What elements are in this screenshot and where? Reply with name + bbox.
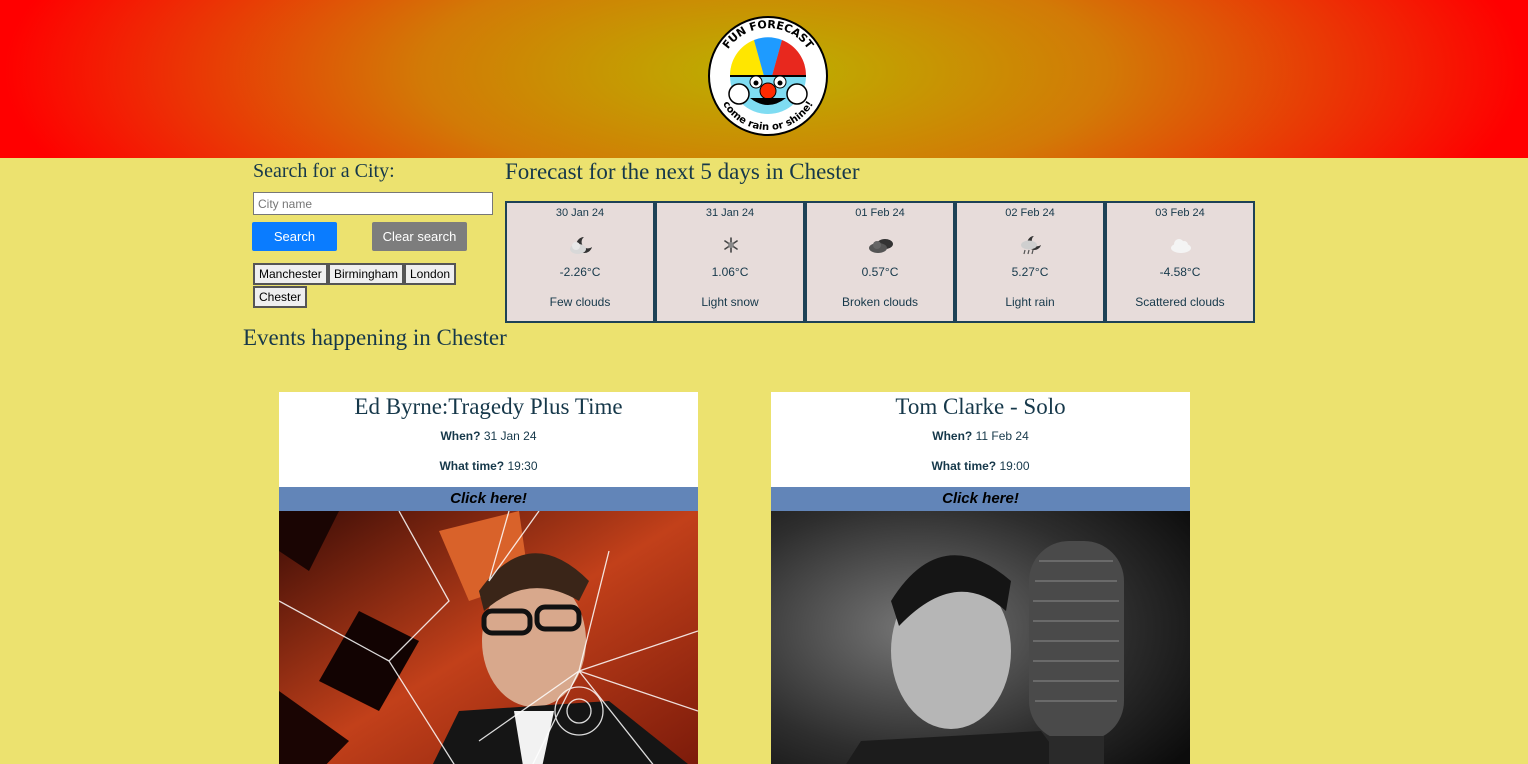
when-label: When?	[932, 429, 973, 443]
forecast-temp: -4.58°C	[1159, 265, 1201, 279]
when-value: 31 Jan 24	[483, 429, 537, 443]
scattered-clouds-icon	[1171, 239, 1191, 253]
events-heading: Events happening in Chester	[243, 325, 507, 350]
forecast-desc: Broken clouds	[841, 295, 919, 309]
forecast-day-card: 01 Feb 24 0.57°C Broken clouds	[805, 201, 955, 323]
when-value: 11 Feb 24	[975, 429, 1029, 443]
history-button-london[interactable]: London	[404, 263, 457, 285]
event-time: What time? 19:30	[279, 459, 698, 473]
forecast-desc: Few clouds	[549, 295, 611, 309]
event-photo[interactable]	[771, 511, 1190, 764]
event-card: Ed Byrne:Tragedy Plus Time When? 31 Jan …	[279, 392, 698, 764]
forecast-temp: 5.27°C	[1011, 265, 1049, 279]
event-title: Ed Byrne:Tragedy Plus Time	[354, 394, 623, 419]
event-time: What time? 19:00	[771, 459, 1190, 473]
rain-icon	[1021, 236, 1041, 255]
history-button-chester[interactable]: Chester	[253, 286, 308, 308]
history-button-manchester[interactable]: Manchester	[253, 263, 328, 285]
time-label: What time?	[439, 459, 505, 473]
few-clouds-night-icon	[570, 237, 592, 254]
clear-search-button[interactable]: Clear search	[372, 222, 467, 251]
time-value: 19:30	[507, 459, 538, 473]
broken-clouds-icon	[869, 239, 893, 253]
forecast-desc: Light snow	[701, 295, 759, 309]
event-card: Tom Clarke - Solo When? 11 Feb 24 What t…	[771, 392, 1190, 764]
forecast-day-card: 03 Feb 24 -4.58°C Scattered clouds	[1105, 201, 1255, 323]
event-when: When? 31 Jan 24	[279, 429, 698, 443]
forecast-date: 02 Feb 24	[1005, 207, 1055, 219]
forecast-heading: Forecast for the next 5 days in Chester	[505, 159, 860, 184]
event-when: When? 11 Feb 24	[771, 429, 1190, 443]
event-link[interactable]: Click here!	[771, 487, 1190, 511]
forecast-day-card: 02 Feb 24 5.27°C Light rain	[955, 201, 1105, 323]
forecast-date: 01 Feb 24	[855, 207, 905, 219]
when-label: When?	[440, 429, 481, 443]
forecast-temp: 1.06°C	[711, 265, 749, 279]
snowflake-icon	[724, 237, 738, 253]
forecast-temp: -2.26°C	[559, 265, 601, 279]
forecast-date: 03 Feb 24	[1155, 207, 1205, 219]
forecast-days: 30 Jan 24 -2.26°C Few clouds 31 Jan 24 1…	[505, 201, 1255, 323]
forecast-date: 30 Jan 24	[555, 207, 605, 219]
fun-forecast-logo[interactable]: FUN FORECAST come rain or shine!	[706, 16, 830, 136]
event-link[interactable]: Click here!	[279, 487, 698, 511]
forecast-desc: Scattered clouds	[1135, 295, 1225, 309]
time-value: 19:00	[999, 459, 1030, 473]
forecast-day-card: 31 Jan 24 1.06°C Light snow	[655, 201, 805, 323]
header-banner: FUN FORECAST come rain or shine!	[0, 0, 1528, 158]
forecast-date: 31 Jan 24	[705, 207, 755, 219]
event-photo[interactable]	[279, 511, 698, 764]
search-heading: Search for a City:	[253, 160, 395, 182]
forecast-desc: Light rain	[1005, 295, 1055, 309]
city-search-input[interactable]	[253, 192, 493, 215]
forecast-day-card: 30 Jan 24 -2.26°C Few clouds	[505, 201, 655, 323]
history-button-birmingham[interactable]: Birmingham	[328, 263, 405, 285]
event-title: Tom Clarke - Solo	[895, 394, 1066, 419]
forecast-temp: 0.57°C	[861, 265, 899, 279]
search-button[interactable]: Search	[252, 222, 337, 251]
time-label: What time?	[931, 459, 997, 473]
